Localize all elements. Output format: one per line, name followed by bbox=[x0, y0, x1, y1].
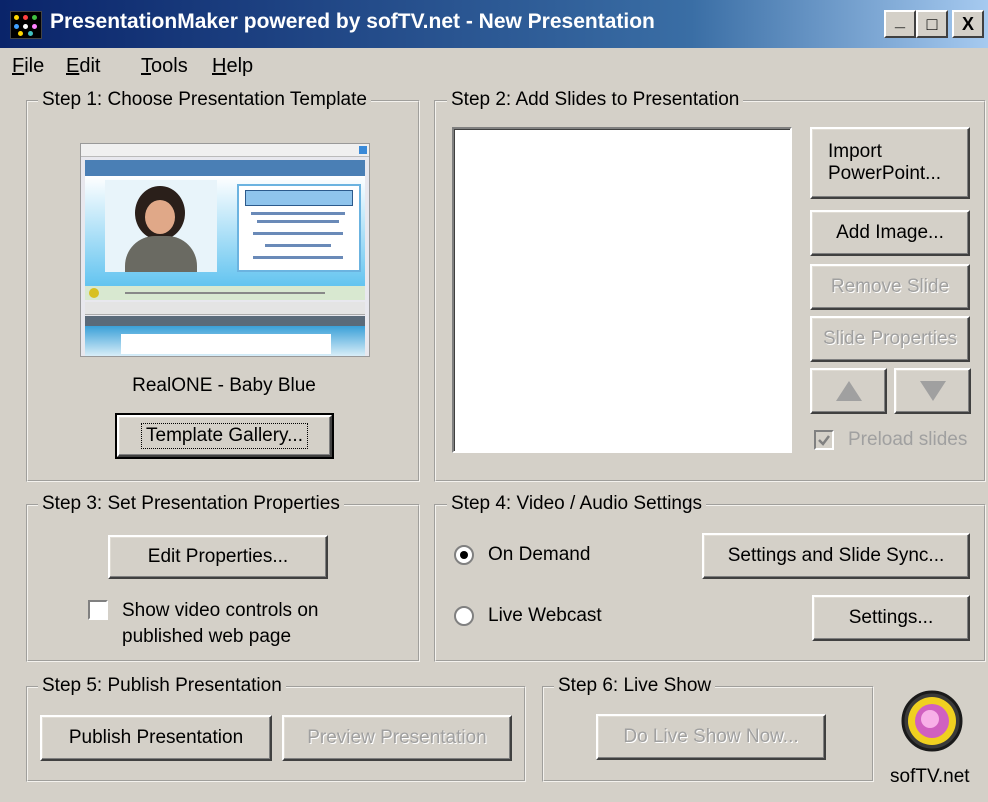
import-label-line1: Import bbox=[828, 141, 882, 162]
preview-slide-line bbox=[253, 232, 343, 235]
menu-file[interactable]: File bbox=[12, 55, 44, 78]
preview-seek-bar bbox=[125, 292, 325, 294]
step4-legend: Step 4: Video / Audio Settings bbox=[447, 493, 707, 515]
show-video-controls-checkbox[interactable] bbox=[88, 600, 108, 620]
preview-video-frame bbox=[105, 180, 217, 272]
preview-player-controls bbox=[85, 286, 365, 300]
preview-play-icon bbox=[89, 288, 99, 298]
publish-presentation-label: Publish Presentation bbox=[68, 727, 244, 748]
preview-nav-strip bbox=[85, 316, 365, 326]
preload-slides-label: Preload slides bbox=[848, 429, 968, 450]
preview-header-bar bbox=[85, 160, 365, 176]
show-controls-line1: Show video controls on bbox=[122, 600, 319, 621]
settings-slide-sync-button[interactable]: Settings and Slide Sync... bbox=[702, 533, 970, 579]
preload-slides-checkbox[interactable] bbox=[814, 430, 834, 450]
brand-label: sofTV.net bbox=[890, 766, 970, 787]
menu-help[interactable]: Help bbox=[212, 55, 253, 78]
remove-slide-button[interactable]: Remove Slide bbox=[810, 264, 970, 310]
close-button[interactable]: X bbox=[952, 10, 984, 38]
preview-slide-line bbox=[257, 220, 339, 223]
preview-slide-line bbox=[265, 244, 331, 247]
app-icon[interactable] bbox=[10, 11, 42, 39]
preview-slide bbox=[237, 184, 361, 272]
preview-presentation-label: Preview Presentation bbox=[307, 727, 487, 748]
menu-file-mnemonic: F bbox=[12, 55, 25, 77]
template-gallery-button[interactable]: Template Gallery... bbox=[115, 413, 334, 459]
on-demand-label: On Demand bbox=[488, 544, 591, 565]
step6-legend: Step 6: Live Show bbox=[554, 675, 716, 697]
preview-toolbar bbox=[85, 302, 365, 315]
show-video-controls-label: Show video controls on published web pag… bbox=[122, 598, 318, 650]
radio-selected-dot bbox=[460, 551, 468, 559]
menu-edit-rest: dit bbox=[79, 55, 101, 77]
edit-properties-button[interactable]: Edit Properties... bbox=[108, 535, 328, 579]
menu-tools-mnemonic: T bbox=[141, 55, 151, 77]
close-icon: X bbox=[961, 14, 974, 34]
on-demand-radio[interactable] bbox=[454, 545, 474, 565]
menu-help-rest: elp bbox=[226, 55, 254, 77]
remove-slide-label: Remove Slide bbox=[830, 276, 950, 297]
preview-slide-line bbox=[253, 256, 343, 259]
menu-file-rest: ile bbox=[24, 55, 45, 77]
edit-properties-label: Edit Properties... bbox=[147, 546, 289, 567]
slide-properties-label: Slide Properties bbox=[822, 328, 958, 349]
slide-properties-button[interactable]: Slide Properties bbox=[810, 316, 970, 362]
template-preview[interactable] bbox=[80, 143, 370, 357]
title-bar[interactable]: PresentationMaker powered by sofTV.net -… bbox=[0, 0, 988, 48]
step1-legend: Step 1: Choose Presentation Template bbox=[38, 89, 371, 111]
menu-edit[interactable]: Edit bbox=[66, 55, 100, 78]
menu-edit-mnemonic: E bbox=[66, 55, 80, 77]
move-up-button[interactable] bbox=[810, 368, 887, 414]
menu-tools-rest: ools bbox=[151, 55, 188, 77]
settings-button[interactable]: Settings... bbox=[812, 595, 970, 641]
add-image-label: Add Image... bbox=[836, 222, 944, 243]
maximize-icon: □ bbox=[926, 14, 938, 34]
template-gallery-label: Template Gallery... bbox=[141, 423, 308, 449]
menu-tools[interactable]: Tools bbox=[141, 55, 188, 78]
import-label-line2: PowerPoint... bbox=[828, 163, 941, 184]
preview-slide-title bbox=[245, 190, 353, 206]
template-name: RealONE - Baby Blue bbox=[132, 375, 316, 396]
checkmark-icon bbox=[818, 435, 830, 446]
minimize-icon: _ bbox=[894, 10, 905, 30]
arrow-down-icon bbox=[919, 381, 946, 401]
step3-legend: Step 3: Set Presentation Properties bbox=[38, 493, 344, 515]
maximize-button[interactable]: □ bbox=[916, 10, 948, 38]
live-webcast-radio[interactable] bbox=[454, 606, 474, 626]
step5-legend: Step 5: Publish Presentation bbox=[38, 675, 286, 697]
arrow-up-icon bbox=[835, 381, 862, 401]
do-live-show-button[interactable]: Do Live Show Now... bbox=[596, 714, 826, 760]
preview-footer-panel bbox=[121, 334, 331, 354]
preview-person-face bbox=[145, 200, 175, 234]
menu-help-mnemonic: H bbox=[212, 55, 227, 77]
settings-slide-sync-label: Settings and Slide Sync... bbox=[727, 545, 945, 566]
live-webcast-label: Live Webcast bbox=[488, 605, 602, 626]
publish-presentation-button[interactable]: Publish Presentation bbox=[40, 715, 272, 761]
do-live-show-label: Do Live Show Now... bbox=[623, 726, 799, 747]
minimize-button[interactable]: _ bbox=[884, 10, 916, 38]
preview-browser-icon bbox=[359, 146, 367, 154]
move-down-button[interactable] bbox=[894, 368, 971, 414]
import-powerpoint-button[interactable]: Import PowerPoint... bbox=[810, 127, 970, 199]
add-image-button[interactable]: Add Image... bbox=[810, 210, 970, 256]
window-title: PresentationMaker powered by sofTV.net -… bbox=[50, 10, 655, 33]
slide-list[interactable] bbox=[452, 127, 792, 453]
preview-slide-line bbox=[251, 212, 345, 215]
show-controls-line2: published web page bbox=[122, 626, 292, 647]
preview-presentation-button[interactable]: Preview Presentation bbox=[282, 715, 512, 761]
preview-person-body bbox=[125, 236, 197, 272]
step2-legend: Step 2: Add Slides to Presentation bbox=[447, 89, 744, 111]
softv-logo-icon bbox=[900, 690, 964, 752]
preview-browser-bar bbox=[81, 144, 369, 157]
settings-label: Settings... bbox=[848, 607, 934, 628]
